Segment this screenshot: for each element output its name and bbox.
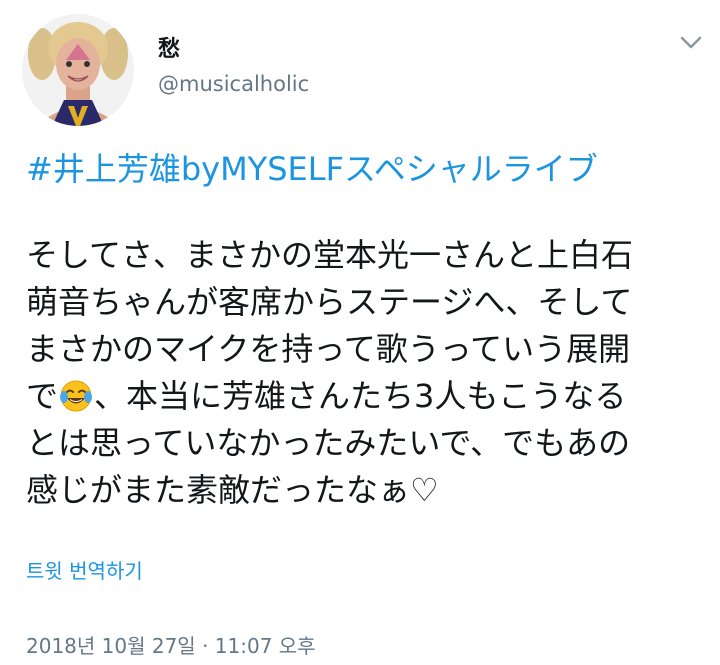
tweet-card: 愁 @musicalholic #井上芳雄byMYSELFスペシャルライブ そし… — [0, 0, 720, 665]
tweet-line: とは思っていなかったみたいで、でもあの — [26, 424, 631, 462]
user-handle[interactable]: @musicalholic — [158, 70, 309, 98]
avatar[interactable] — [22, 14, 134, 126]
tweet-line: まさかのマイクを持って歌うっていう展開 — [26, 330, 631, 368]
tweet-line-prefix: で — [26, 377, 59, 415]
translate-tweet-link[interactable]: 트윗 번역하기 — [26, 557, 143, 585]
display-name[interactable]: 愁 — [158, 36, 180, 64]
hashtag-link[interactable]: #井上芳雄byMYSELFスペシャルライブ — [26, 147, 598, 191]
tweet-line: そしてさ、まさかの堂本光一さんと上白石 — [26, 236, 634, 274]
tweet-line: 萌音ちゃんが客席からステージへ、そして — [26, 283, 633, 321]
tweet-line: 感じがまた素敵だったなぁ♡ — [26, 471, 439, 509]
tweet-line: で 、本当に芳雄さんたち3人もこうなる — [26, 373, 698, 420]
face-with-tears-of-joy-icon — [58, 377, 94, 413]
tweet-text: そしてさ、まさかの堂本光一さんと上白石 萌音ちゃんが客席からステージへ、そして … — [26, 232, 698, 514]
tweet-line-rest: 、本当に芳雄さんたち3人もこうなる — [94, 377, 627, 415]
tweet-timestamp[interactable]: 2018년 10월 27일 · 11:07 오후 — [26, 632, 316, 660]
chevron-down-icon[interactable] — [676, 28, 706, 56]
